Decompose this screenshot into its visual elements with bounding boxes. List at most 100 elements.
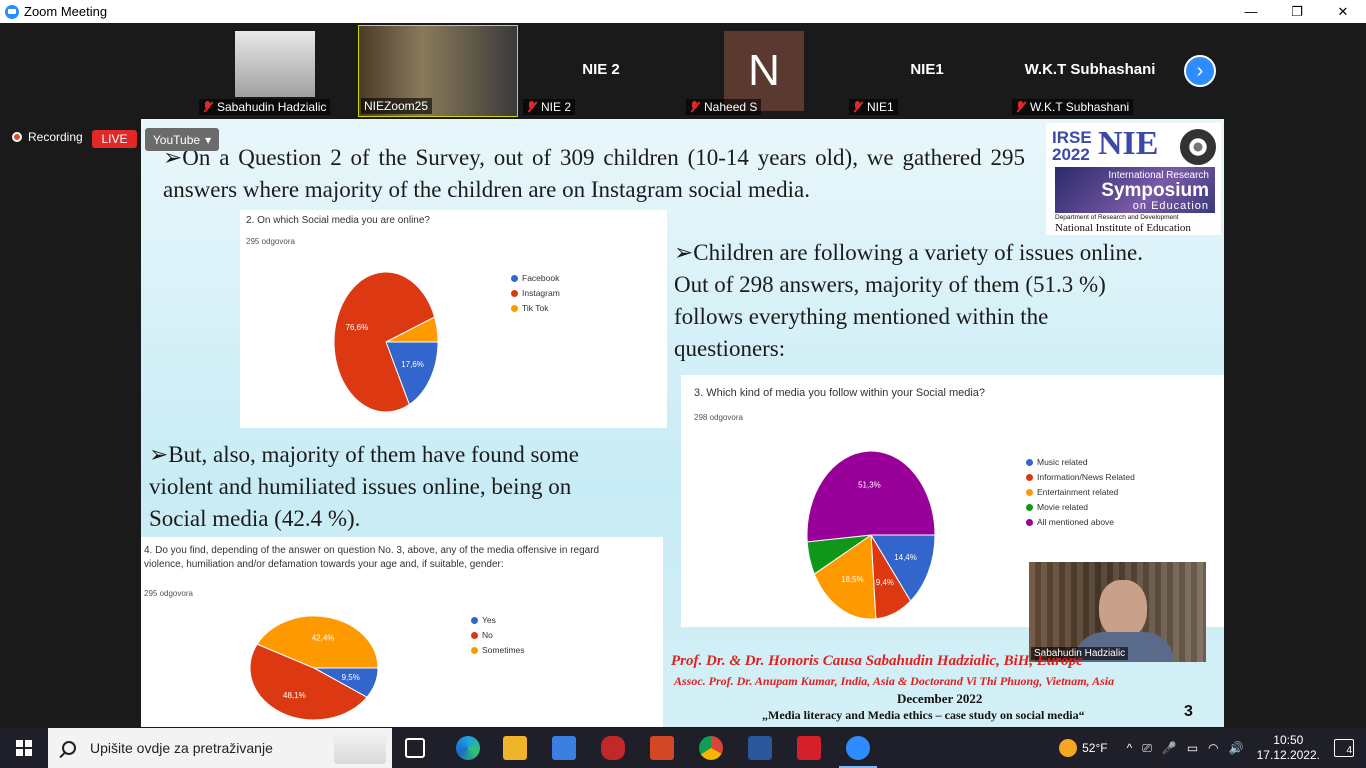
legend-swatch: [471, 646, 478, 654]
task-view-icon[interactable]: [405, 738, 425, 758]
zoom-taskbar-icon[interactable]: [846, 736, 870, 760]
chart-2-legend-item: Entertainment related: [1026, 487, 1118, 497]
youtube-stream-dropdown[interactable]: YouTube ▾: [145, 128, 219, 151]
live-badge[interactable]: LIVE: [92, 130, 137, 148]
app-orange-icon[interactable]: [650, 736, 674, 760]
window-title: Zoom Meeting: [24, 4, 108, 19]
notification-center-icon[interactable]: 4: [1334, 739, 1354, 757]
chart-3-pie: 9,5% 48,1% 42,4%: [249, 615, 379, 721]
edge-browser-icon[interactable]: [456, 736, 480, 760]
legend-swatch: [511, 274, 518, 282]
legend-label: Music related: [1037, 457, 1088, 467]
meet-now-icon[interactable]: ⎚: [1142, 741, 1152, 756]
chart-panel-3: 4. Do you find, depending of the answer …: [141, 537, 663, 727]
chart-3-data-label-0: 9,5%: [342, 673, 360, 682]
speaker-video-overlay[interactable]: Sabahudin Hadzialic: [1029, 562, 1206, 662]
chart-2-slice-4: [806, 450, 936, 543]
mic-muted-icon: [689, 101, 700, 113]
search-icon: [62, 741, 76, 755]
participant-strip: Sabahudin Hadzialic NIEZoom25 NIE 2 NIE …: [0, 23, 1366, 119]
start-button[interactable]: [0, 728, 48, 768]
legend-label: Yes: [482, 615, 496, 625]
participant-tile[interactable]: N Naheed S: [684, 25, 844, 117]
volume-icon[interactable]: 🔊: [1229, 741, 1244, 755]
legend-label: Sometimes: [482, 645, 525, 655]
caret-down-icon: ▾: [205, 132, 212, 147]
weather-sun-icon: [1059, 739, 1078, 757]
microphone-icon[interactable]: 🎤: [1162, 741, 1177, 755]
legend-swatch: [511, 289, 518, 297]
participant-tile[interactable]: Sabahudin Hadzialic: [197, 25, 357, 117]
participant-name-display: W.K.T Subhashani: [1024, 61, 1156, 78]
legend-swatch: [1026, 488, 1033, 496]
file-explorer-icon[interactable]: [503, 736, 527, 760]
slide-paragraph-2: ➢Children are following a variety of iss…: [674, 240, 1143, 361]
chart-panel-1: 2. On which Social media you are online?…: [240, 210, 667, 428]
footer-title: „Media literacy and Media ethics – case …: [762, 708, 1085, 722]
chart-1-data-label-1: 76,6%: [346, 323, 369, 332]
legend-swatch: [471, 616, 478, 624]
chevron-right-icon: ›: [1196, 59, 1204, 82]
participant-photo: [235, 31, 315, 97]
recording-indicator[interactable]: Recording: [12, 130, 83, 144]
zoom-app-icon: [5, 4, 19, 19]
next-participants-button[interactable]: ›: [1184, 55, 1216, 87]
chart-1-legend-item: Tik Tok: [511, 303, 548, 313]
mic-muted-icon: [852, 101, 863, 113]
legend-label: Tik Tok: [522, 303, 549, 313]
slide-paragraph-1: ➢On a Question 2 of the Survey, out of 3…: [163, 145, 1025, 202]
legend-label: All mentioned above: [1037, 517, 1115, 527]
footer-date: December 2022: [897, 691, 983, 706]
record-dot-icon: [12, 132, 22, 142]
microsoft-store-icon[interactable]: [552, 736, 576, 760]
word-icon[interactable]: [748, 736, 772, 760]
chart-3-data-label-1: 48,1%: [283, 691, 306, 700]
irse-nie-logo: IRSE 2022 NIE International Research Symp…: [1046, 123, 1221, 235]
windows-taskbar: Upišite ovdje za pretraživanje 52°F ^ ⎚ …: [0, 728, 1366, 768]
chart-3-data-label-2: 42,4%: [312, 634, 335, 643]
legend-label: Entertainment related: [1037, 487, 1119, 497]
participant-tile-active[interactable]: NIEZoom25: [358, 25, 518, 117]
participant-name-display: NIE1: [910, 61, 944, 78]
chart-2-legend-item: Music related: [1026, 457, 1088, 467]
chart-1-data-label-0: 17,6%: [401, 360, 424, 369]
minimize-button[interactable]: —: [1228, 0, 1274, 23]
participant-tile[interactable]: NIE 2 NIE 2: [521, 25, 681, 117]
acrobat-icon[interactable]: [797, 736, 821, 760]
window-titlebar: Zoom Meeting — ❐ ✕: [0, 0, 1366, 23]
legend-swatch: [471, 631, 478, 639]
system-tray: 52°F ^ ⎚ 🎤 ▭ ◠ 🔊 10:50 17.12.2022. 4: [1059, 728, 1366, 768]
chart-2-data-label-2: 18,5%: [841, 575, 864, 584]
chart-3-legend-item: Yes: [471, 615, 496, 625]
wifi-icon[interactable]: ◠: [1208, 741, 1218, 755]
participant-tile[interactable]: W.K.T Subhashani W.K.T Subhashani: [1010, 25, 1170, 117]
mic-muted-icon: [202, 101, 213, 113]
taskbar-clock[interactable]: 10:50 17.12.2022.: [1257, 733, 1320, 763]
shared-screen-slide: ➢On a Question 2 of the Survey, out of 3…: [141, 119, 1224, 727]
legend-label: Information/News Related: [1037, 472, 1135, 482]
close-button[interactable]: ✕: [1320, 0, 1366, 23]
chrome-icon[interactable]: [699, 736, 723, 760]
participant-name-label: Naheed S: [686, 99, 762, 115]
legend-swatch: [1026, 503, 1033, 511]
chart-3-legend-item: Sometimes: [471, 645, 525, 655]
legend-swatch: [511, 304, 518, 312]
weather-widget[interactable]: 52°F: [1059, 739, 1108, 757]
nie-seal-icon: [1180, 129, 1216, 165]
app-red-icon[interactable]: [601, 736, 625, 760]
participant-name-display: NIE 2: [582, 61, 620, 78]
participant-name-label: W.K.T Subhashani: [1012, 99, 1134, 115]
taskbar-search-box[interactable]: Upišite ovdje za pretraživanje: [48, 728, 392, 768]
chart-2-legend-item: Information/News Related: [1026, 472, 1135, 482]
chart-3-legend-item: No: [471, 630, 493, 640]
chart-1-legend-item: Instagram: [511, 288, 560, 298]
footer-author-2: Assoc. Prof. Dr. Anupam Kumar, India, As…: [674, 674, 1115, 688]
legend-label: No: [482, 630, 493, 640]
participant-name-label: NIE 2: [523, 99, 576, 115]
search-highlight-image: [334, 732, 386, 764]
participant-tile[interactable]: NIE1 NIE1: [847, 25, 1007, 117]
show-hidden-icons-icon[interactable]: ^: [1127, 741, 1133, 755]
restore-button[interactable]: ❐: [1274, 0, 1320, 23]
battery-icon[interactable]: ▭: [1187, 741, 1198, 755]
chart-1-legend-item: Facebook: [511, 273, 559, 283]
